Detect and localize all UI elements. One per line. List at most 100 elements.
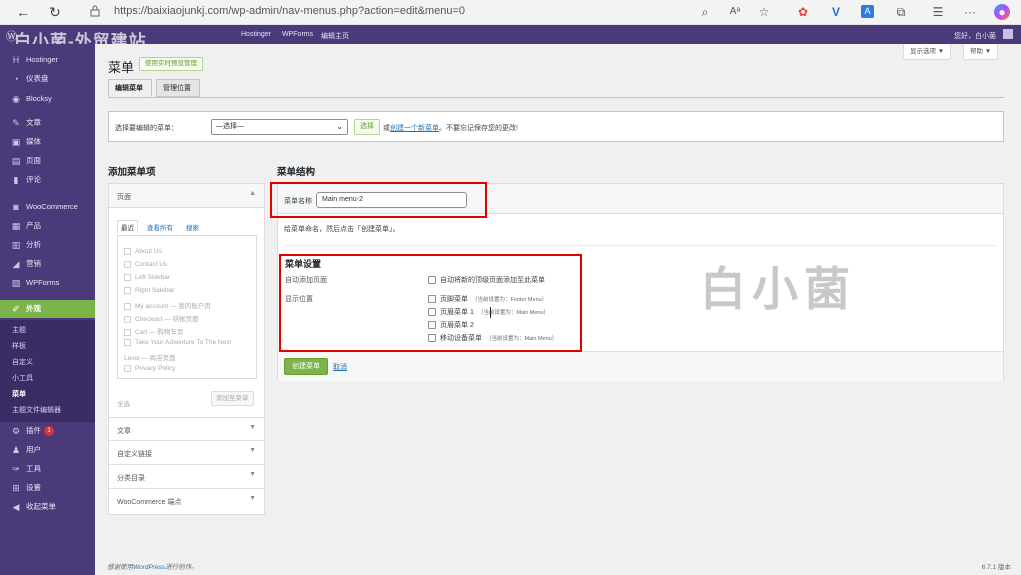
read-aloud-icon[interactable]: Aᵃ [727,4,743,20]
translate-icon[interactable]: A [861,5,874,18]
submenu-patterns[interactable]: 样板 [12,341,26,351]
extensions-puzzle-icon[interactable]: ⧉ [893,4,909,20]
screen-options-button[interactable]: 显示选项 ▼ [903,44,952,60]
sidebar-item-dashboard[interactable]: ◔ 仪表盘 [0,70,95,88]
submenu-widgets[interactable]: 小工具 [12,373,33,383]
product-icon: ▦ [11,221,21,231]
checkbox[interactable] [124,261,131,268]
refresh-icon[interactable]: ↻ [46,3,64,21]
url-text: https://baixiaojunkj.com/wp-admin/nav-me… [114,5,465,17]
favorites-list-icon[interactable]: ☰ [930,4,946,20]
subtab-search[interactable]: 搜索 [186,222,199,232]
checkbox[interactable] [124,248,131,255]
sidebar-item-appearance[interactable]: ✐ 外观 [0,300,95,318]
list-item[interactable]: About Us [124,248,162,255]
zoom-icon[interactable]: ⌕ [697,4,713,20]
sidebar-item-blocksy[interactable]: ◉ Blocksy [0,90,95,108]
sidebar-item-plugins[interactable]: ⚙ 插件 1 [0,422,95,440]
highlight-box-menu-settings [279,254,582,352]
menu-footer-bar: 创建菜单 取消 [278,351,1003,381]
list-item[interactable]: Checkout — 结帐页面 [124,313,199,323]
sidebar-item-hostinger[interactable]: H Hostinger [0,51,95,69]
custom-links-section-header[interactable]: 自定义链接 ▼ [109,441,264,465]
menu-structure-heading: 菜单结构 [277,167,316,178]
sidebar-item-marketing[interactable]: ◢ 营销 [0,255,95,273]
more-menu-icon[interactable]: ··· [962,4,978,20]
woocommerce-endpoints-section-header[interactable]: WooCommerce 端点 ▼ [109,489,264,513]
checkbox[interactable] [124,365,131,372]
subtab-recent[interactable]: 最近 [117,220,138,233]
sidebar-item-tools[interactable]: ✑ 工具 [0,460,95,478]
list-item[interactable]: Right Sidebar [124,287,174,294]
select-all-checkbox[interactable]: 全选 [117,398,130,408]
page-title: 菜单 [108,60,135,75]
chevron-down-icon: ▼ [249,471,256,478]
live-preview-button[interactable]: 使用实时预览管理 [139,57,203,71]
favorite-star-icon[interactable]: ☆ [756,4,772,20]
chevron-up-icon: ▲ [249,190,256,197]
checkbox[interactable] [124,302,131,310]
sidebar-item-pages[interactable]: ▤ 页面 [0,152,95,170]
menu-select[interactable]: —选择— ⌄ [211,119,348,135]
adminbar-wpforms[interactable]: WPForms [282,31,313,38]
woo-icon: ◙ [13,202,19,212]
back-icon[interactable]: ← [14,3,32,21]
blocksy-icon: ◉ [12,94,20,104]
footer-version: 6.7.1 版本 [981,564,1011,571]
sidebar-item-users[interactable]: ♟ 用户 [0,441,95,459]
pages-section-header[interactable]: 页面 ▲ [109,184,264,208]
watermark-brand: 白小菌 [700,263,856,315]
list-item[interactable]: Privacy Policy [124,365,175,372]
adminbar-edit-home[interactable]: 编辑主页 [321,31,349,41]
wrench-icon: ✑ [12,464,20,474]
brush-icon: ✐ [12,304,20,314]
sidebar-item-media[interactable]: ▣ 媒体 [0,133,95,151]
extension-flower-icon[interactable]: ✿ [795,4,811,20]
checkbox[interactable] [124,274,131,281]
create-menu-button[interactable]: 创建菜单 [284,358,328,375]
help-button[interactable]: 帮助 ▼ [963,44,999,60]
tab-edit-menus[interactable]: 编辑菜单 [108,79,152,97]
address-bar[interactable]: https://baixiaojunkj.com/wp-admin/nav-me… [80,3,780,21]
comment-icon: ▮ [13,175,19,185]
select-button[interactable]: 选择 [354,119,380,135]
list-item[interactable]: Left Sidebar [124,274,170,281]
user-icon: ♟ [11,445,21,455]
submenu-customize[interactable]: 自定义 [12,357,33,367]
categories-section-header[interactable]: 分类目录 ▼ [109,465,264,489]
adminbar-hostinger[interactable]: Hostinger [241,31,271,38]
avatar[interactable] [1003,29,1013,39]
subtab-view-all[interactable]: 查看所有 [147,222,173,232]
submenu-themes[interactable]: 主题 [12,325,26,335]
list-item[interactable]: Contact Us [124,261,167,268]
h-icon: H [12,55,20,65]
create-new-menu-link[interactable]: 创建一个新菜单 [390,125,439,132]
checkbox[interactable] [124,315,131,323]
sidebar-item-comments[interactable]: ▮ 评论 [0,171,95,189]
extension-v-icon[interactable]: V [828,4,844,20]
list-item[interactable]: Cart — 购物车页 [124,326,183,336]
sidebar-item-posts[interactable]: ✎ 文章 [0,114,95,132]
sidebar-item-settings[interactable]: ⊞ 设置 [0,479,95,497]
sidebar-item-woocommerce[interactable]: ◙ WooCommerce [0,198,95,216]
tab-manage-locations[interactable]: 管理位置 [156,79,200,97]
submenu-menus[interactable]: 菜单 [12,389,26,399]
screen: ← ↻ https://baixiaojunkj.com/wp-admin/na… [0,0,1021,575]
sidebar-item-wpforms[interactable]: ▧ WPForms [0,274,95,292]
checkbox[interactable] [124,328,131,336]
list-item[interactable]: My account — 我的账户页 [124,300,211,310]
checkbox[interactable] [124,339,131,346]
submenu-theme-file-editor[interactable]: 主题文件编辑器 [12,405,61,415]
sidebar-item-analytics[interactable]: ▥ 分析 [0,236,95,254]
list-item[interactable]: Take Your Adventure To The Next [124,339,231,346]
wordpress-link[interactable]: WordPress [133,564,165,571]
settings-icon: ⊞ [12,483,20,493]
posts-section-header[interactable]: 文章 ▼ [109,417,264,441]
cancel-link[interactable]: 取消 [333,362,347,372]
sidebar-item-products[interactable]: ▦ 产品 [0,217,95,235]
copilot-icon[interactable]: ● [994,4,1010,20]
adminbar-greeting[interactable]: 您好，白小菌 [954,31,996,41]
checkbox[interactable] [124,287,131,294]
add-to-menu-button[interactable]: 添加至菜单 [211,391,254,406]
sidebar-item-collapse[interactable]: ◀ 收起菜单 [0,498,95,516]
